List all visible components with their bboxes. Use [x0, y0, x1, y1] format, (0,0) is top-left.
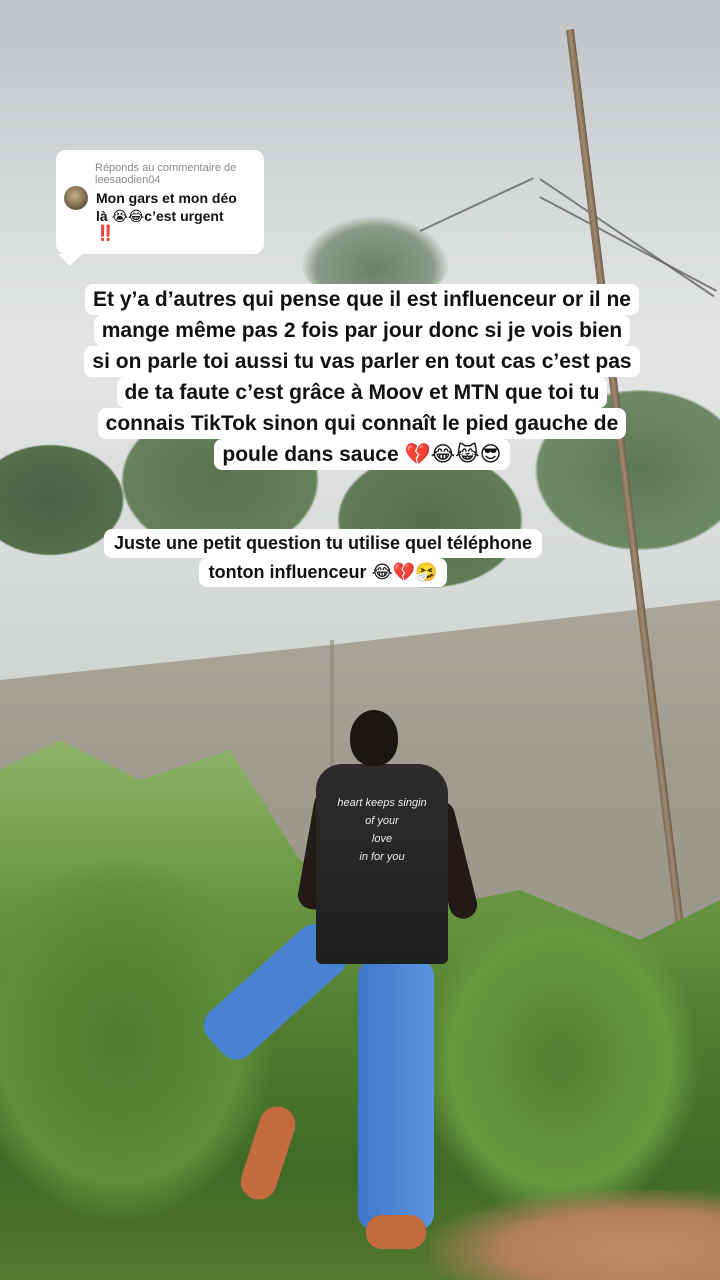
- shirt-print: heart keeps singin of your love in for y…: [334, 794, 430, 866]
- sandal: [366, 1215, 426, 1249]
- caption-line: poule dans sauce 💔😂😹😎: [214, 439, 510, 470]
- caption-line: de ta faute c’est grâce à Moov et MTN qu…: [116, 377, 608, 408]
- caption-question: Juste une petit question tu utilise quel…: [66, 529, 580, 587]
- shirt-print-line: of your: [365, 815, 399, 827]
- reply-header-label: Réponds au commentaire de: [95, 162, 237, 174]
- shirt-print-line: heart keeps singin: [337, 797, 427, 809]
- caption-line: connais TikTok sinon qui connaît le pied…: [97, 408, 627, 439]
- caption-line: si on parle toi aussi tu vas parler en t…: [84, 346, 640, 377]
- caption-main: Et y’a d’autres qui pense que il est inf…: [38, 280, 686, 474]
- caption-line: Et y’a d’autres qui pense que il est inf…: [85, 284, 639, 315]
- commenter-avatar[interactable]: [64, 186, 88, 210]
- black-shirt: heart keeps singin of your love in for y…: [316, 764, 448, 964]
- caption-line: mange même pas 2 fois par jour donc si j…: [93, 315, 631, 346]
- caption-line: Juste une petit question tu utilise quel…: [103, 529, 543, 558]
- reply-header: Réponds au commentaire de leesaodien04: [95, 162, 255, 186]
- caption-line: tonton influenceur 😂💔🤧: [198, 558, 448, 587]
- reply-comment-sticker[interactable]: Réponds au commentaire de leesaodien04 M…: [56, 150, 264, 254]
- running-person: heart keeps singin of your love in for y…: [196, 710, 490, 1270]
- head: [350, 710, 398, 766]
- reply-comment-text: Mon gars et mon déo là 😭😂c’est urgent ‼️: [96, 189, 258, 243]
- double-exclamation-icon: ‼️: [96, 225, 115, 242]
- reply-username[interactable]: leesaodien04: [95, 174, 255, 186]
- reply-comment-line: Mon gars et mon déo: [96, 190, 237, 206]
- right-leg: [358, 960, 434, 1230]
- shirt-print-line: in for you: [359, 851, 405, 863]
- shirt-print-line: love: [371, 833, 393, 845]
- reply-comment-line: là 😭😂c’est urgent: [96, 208, 224, 224]
